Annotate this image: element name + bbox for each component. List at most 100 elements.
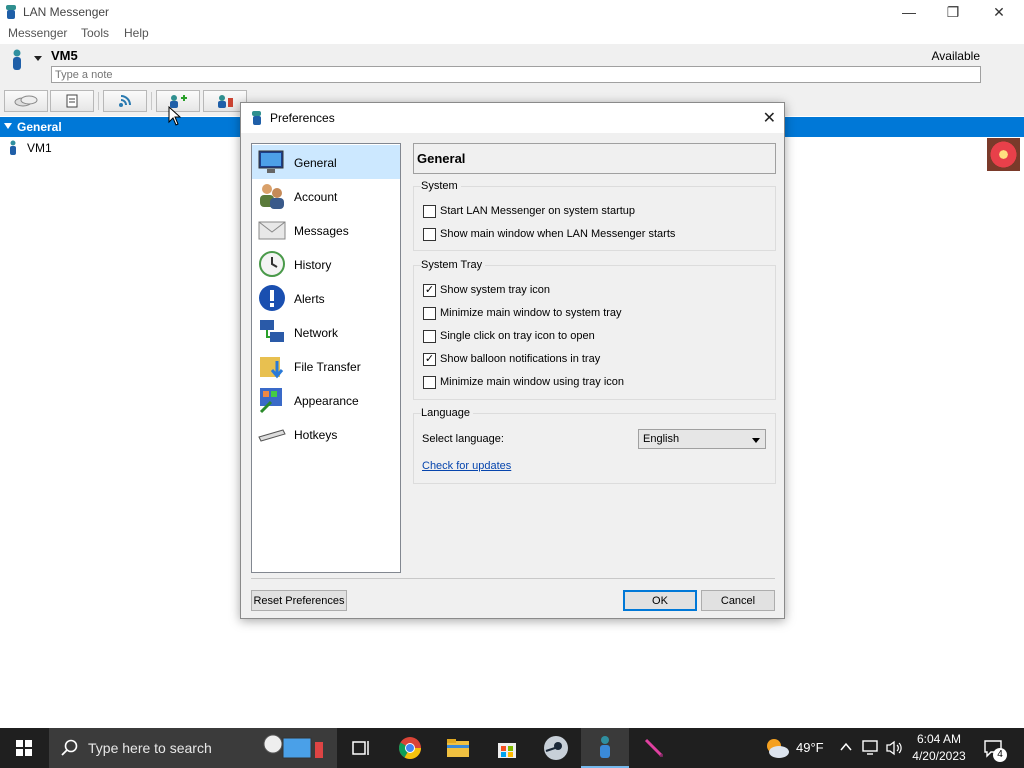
system-clock[interactable]: 6:04 AM 4/20/2023 — [908, 731, 970, 765]
broadcast-button[interactable] — [103, 90, 147, 112]
checkbox-box[interactable] — [423, 307, 436, 320]
pen-app-icon — [644, 738, 664, 758]
restore-button[interactable]: ❐ — [930, 0, 976, 24]
minimize-button[interactable]: — — [886, 0, 932, 24]
nav-item-messages[interactable]: Messages — [252, 213, 400, 247]
menu-tools[interactable]: Tools — [81, 26, 109, 40]
preferences-dialog: Preferences ✕ General Account Messages H… — [240, 102, 785, 619]
collapse-arrow-icon[interactable] — [4, 123, 12, 129]
mouse-cursor-icon — [168, 106, 182, 126]
minimize-to-tray-checkbox[interactable]: Minimize main window to system tray — [423, 305, 763, 323]
users-icon — [260, 184, 284, 209]
store-icon — [498, 743, 516, 758]
checkbox-box[interactable] — [423, 330, 436, 343]
steam-icon — [544, 736, 568, 760]
clock-time: 6:04 AM — [916, 732, 962, 746]
chevron-up-icon[interactable] — [840, 742, 852, 752]
single-click-tray-checkbox[interactable]: Single click on tray icon to open — [423, 328, 763, 346]
start-button[interactable] — [0, 728, 48, 768]
keyboard-icon — [258, 429, 286, 442]
user-bar: VM5 Available — [0, 44, 1024, 88]
taskbar: Type here to search 49°F 6:04 AM 4/20/20… — [0, 728, 1024, 768]
search-placeholder: Type here to search — [88, 740, 212, 756]
user-avatar-icon[interactable] — [10, 49, 24, 71]
note-input[interactable] — [51, 66, 981, 83]
select-language-label: Select language: — [422, 433, 504, 445]
chrome-icon — [399, 737, 421, 759]
task-view-button[interactable] — [337, 728, 385, 768]
user-status[interactable]: Available — [932, 49, 980, 63]
checkbox-box[interactable] — [423, 228, 436, 241]
lan-messenger-icon — [600, 736, 610, 758]
new-message-button[interactable] — [50, 90, 94, 112]
checkbox-box[interactable] — [423, 376, 436, 389]
volume-icon[interactable] — [885, 740, 903, 756]
cancel-button[interactable]: Cancel — [701, 590, 775, 611]
language-select[interactable]: English — [638, 429, 766, 449]
main-titlebar: LAN Messenger — ❐ ✕ — [0, 0, 1024, 24]
close-button[interactable]: ✕ — [976, 0, 1022, 24]
alert-icon — [259, 285, 285, 311]
weather-temp[interactable]: 49°F — [796, 740, 824, 755]
envelope-icon — [258, 221, 286, 240]
steam-button[interactable] — [532, 728, 580, 768]
start-on-startup-checkbox[interactable]: Start LAN Messenger on system startup — [423, 203, 763, 221]
broadcast-icon — [119, 95, 131, 107]
dialog-title: Preferences — [270, 111, 335, 125]
weather-icon[interactable] — [763, 736, 791, 760]
menu-messenger[interactable]: Messenger — [8, 26, 67, 40]
nav-item-hotkeys[interactable]: Hotkeys — [252, 417, 400, 451]
language-group-label: Language — [421, 407, 473, 419]
checkbox-checked[interactable]: ✓ — [423, 284, 436, 297]
pen-app-button[interactable] — [630, 728, 678, 768]
balloon-notifications-checkbox[interactable]: ✓ Show balloon notifications in tray — [423, 351, 763, 369]
file-explorer-button[interactable] — [434, 728, 482, 768]
nav-item-file-transfer[interactable]: File Transfer — [252, 349, 400, 383]
taskbar-search[interactable]: Type here to search — [49, 728, 337, 768]
chat-bubbles-icon — [14, 95, 38, 107]
nav-item-general[interactable]: General — [252, 145, 400, 179]
minimize-using-tray-checkbox[interactable]: Minimize main window using tray icon — [423, 374, 763, 392]
checkbox-box[interactable] — [423, 205, 436, 218]
panel-title: General — [417, 151, 466, 166]
language-selected-value: English — [643, 433, 680, 445]
notification-count-badge: 4 — [993, 748, 1007, 762]
lan-messenger-icon — [6, 5, 16, 19]
network-icon — [260, 320, 284, 342]
network-status-icon[interactable] — [862, 740, 880, 756]
window-title: LAN Messenger — [23, 5, 110, 19]
nav-item-history[interactable]: History — [252, 247, 400, 281]
new-message-icon — [66, 94, 78, 108]
reset-preferences-button[interactable]: Reset Preferences — [251, 590, 347, 611]
chat-button[interactable] — [4, 90, 48, 112]
system-tray-group-label: System Tray — [421, 259, 486, 271]
contact-avatar — [987, 138, 1020, 171]
restore-icon: ❐ — [946, 3, 960, 20]
checkbox-checked[interactable]: ✓ — [423, 353, 436, 366]
nav-item-alerts[interactable]: Alerts — [252, 281, 400, 315]
dialog-close-icon[interactable]: ✕ — [763, 108, 776, 128]
show-main-window-checkbox[interactable]: Show main window when LAN Messenger star… — [423, 226, 763, 244]
windows-logo-icon — [16, 740, 32, 756]
preferences-nav-list: General Account Messages History Alerts … — [251, 143, 401, 573]
dialog-titlebar: Preferences ✕ — [241, 103, 784, 133]
palette-icon — [259, 388, 282, 414]
nav-item-network[interactable]: Network — [252, 315, 400, 349]
monitor-icon — [258, 150, 284, 173]
show-tray-icon-checkbox[interactable]: ✓ Show system tray icon — [423, 282, 763, 300]
ok-button[interactable]: OK — [623, 590, 697, 611]
widgets-icon[interactable] — [259, 732, 329, 764]
check-updates-link[interactable]: Check for updates — [422, 460, 511, 472]
menu-help[interactable]: Help — [124, 26, 149, 40]
chrome-button[interactable] — [386, 728, 434, 768]
status-dropdown-icon[interactable] — [34, 56, 42, 62]
nav-item-account[interactable]: Account — [252, 179, 400, 213]
lan-messenger-taskbar-button[interactable] — [581, 728, 629, 768]
nav-item-appearance[interactable]: Appearance — [252, 383, 400, 417]
minimize-icon: — — [902, 4, 916, 20]
dialog-separator — [251, 578, 775, 579]
system-group-label: System — [421, 180, 461, 192]
store-button[interactable] — [483, 728, 531, 768]
close-icon: ✕ — [993, 3, 1005, 20]
menubar: Messenger Tools Help — [0, 24, 1024, 44]
